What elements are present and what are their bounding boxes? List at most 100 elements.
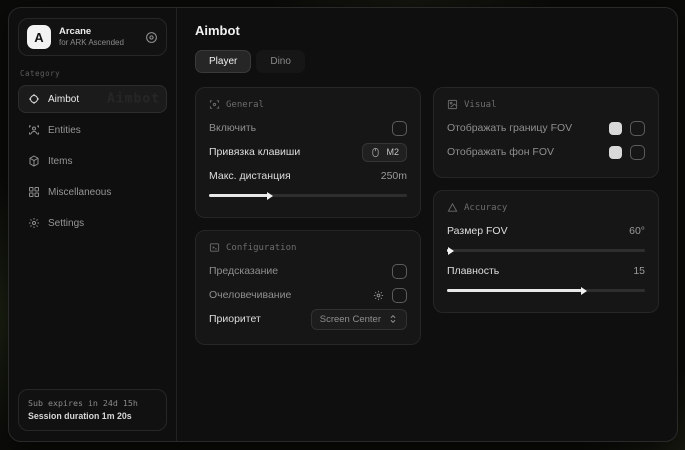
- distance-value: 250m: [381, 170, 407, 182]
- logo-text: Arcane for ARK Ascended: [59, 27, 137, 47]
- priority-value: Screen Center: [320, 314, 381, 325]
- sidebar-item-entities[interactable]: Entities: [18, 116, 167, 144]
- fov-bg-controls: [609, 145, 645, 160]
- slider-track: [447, 289, 645, 292]
- logo-card: A Arcane for ARK Ascended: [18, 18, 167, 56]
- priority-dropdown[interactable]: Screen Center: [311, 309, 407, 330]
- humanize-checkbox[interactable]: [392, 288, 407, 303]
- card-title: General: [226, 100, 264, 110]
- sidebar-item-label: Miscellaneous: [48, 187, 111, 198]
- slider-thumb[interactable]: [448, 247, 454, 255]
- sidebar-item-label: Entities: [48, 125, 81, 136]
- app-logo: A: [27, 25, 51, 49]
- priority-label: Приоритет: [209, 313, 261, 325]
- keybind-row: Привязка клавиши M2: [209, 140, 407, 164]
- slider-fill: [447, 289, 582, 292]
- misc-grid-icon: [28, 186, 40, 198]
- humanize-settings-gear-icon[interactable]: [373, 290, 384, 301]
- enable-row: Включить: [209, 116, 407, 140]
- slider-track: [447, 249, 645, 252]
- keybind-label: Привязка клавиши: [209, 146, 300, 158]
- general-card: General Включить Привязка клавиши M2: [195, 87, 421, 218]
- triangle-icon: [447, 202, 458, 213]
- slider-fill: [447, 249, 449, 252]
- humanize-controls: [373, 288, 407, 303]
- smoothness-slider[interactable]: [447, 285, 645, 295]
- accuracy-card-header: Accuracy: [447, 202, 645, 213]
- sidebar: A Arcane for ARK Ascended Category Aimbo…: [9, 8, 177, 441]
- slider-thumb[interactable]: [267, 192, 273, 200]
- sidebar-item-items[interactable]: Items: [18, 147, 167, 175]
- fov-border-row: Отображать границу FOV: [447, 116, 645, 140]
- fov-bg-row: Отображать фон FOV: [447, 140, 645, 164]
- page-title: Aimbot: [195, 23, 659, 38]
- general-card-header: General: [209, 99, 407, 110]
- fov-border-color-swatch[interactable]: [609, 122, 622, 135]
- humanize-label: Очеловечивание: [209, 289, 291, 301]
- aimbot-watermark: Aimbot: [107, 92, 160, 107]
- humanize-row: Очеловечивание: [209, 283, 407, 307]
- fov-bg-checkbox[interactable]: [630, 145, 645, 160]
- distance-label: Макс. дистанция: [209, 170, 291, 182]
- sidebar-nav: Aimbot Aimbot Entities Items Miscellane: [18, 85, 167, 237]
- fov-size-value: 60°: [629, 225, 645, 237]
- fov-bg-color-swatch[interactable]: [609, 146, 622, 159]
- left-column: General Включить Привязка клавиши M2: [195, 87, 421, 345]
- card-title: Visual: [464, 100, 497, 110]
- fov-border-checkbox[interactable]: [630, 121, 645, 136]
- card-title: Configuration: [226, 243, 296, 253]
- right-column: Visual Отображать границу FOV Отображать…: [433, 87, 659, 313]
- category-label: Category: [20, 69, 165, 78]
- distance-row: Макс. дистанция 250m: [209, 164, 407, 188]
- sidebar-item-aimbot[interactable]: Aimbot Aimbot: [18, 85, 167, 113]
- unfold-chevrons-icon: [388, 314, 398, 324]
- mouse-icon: [370, 147, 381, 158]
- slider-track: [209, 194, 407, 197]
- subscription-panel: Sub expires in 24d 15h Session duration …: [18, 389, 167, 431]
- keybind-button[interactable]: M2: [362, 143, 407, 162]
- slider-thumb[interactable]: [581, 287, 587, 295]
- entities-icon: [28, 124, 40, 136]
- sidebar-item-label: Aimbot: [48, 94, 79, 105]
- fov-border-controls: [609, 121, 645, 136]
- tab-player[interactable]: Player: [195, 50, 251, 73]
- sidebar-item-miscellaneous[interactable]: Miscellaneous: [18, 178, 167, 206]
- app-subtitle: for ARK Ascended: [59, 38, 137, 47]
- main-content: Aimbot Player Dino General Включить: [177, 8, 677, 441]
- compass-icon[interactable]: [145, 31, 158, 44]
- smoothness-value: 15: [633, 265, 645, 277]
- tab-bar: Player Dino: [195, 50, 659, 73]
- smoothness-row: Плавность 15: [447, 259, 645, 283]
- crosshair-icon: [28, 93, 40, 105]
- app-name: Arcane: [59, 27, 137, 38]
- scan-target-icon: [209, 99, 220, 110]
- fov-bg-label: Отображать фон FOV: [447, 146, 554, 158]
- configuration-card: Configuration Предсказание Очеловечивани…: [195, 230, 421, 345]
- fov-size-row: Размер FOV 60°: [447, 219, 645, 243]
- sidebar-item-label: Settings: [48, 218, 84, 229]
- visual-card: Visual Отображать границу FOV Отображать…: [433, 87, 659, 178]
- distance-slider[interactable]: [209, 190, 407, 200]
- cards-grid: General Включить Привязка клавиши M2: [195, 87, 659, 345]
- slider-fill: [209, 194, 268, 197]
- enable-label: Включить: [209, 122, 256, 134]
- sub-expires-text: Sub expires in 24d 15h: [28, 397, 157, 409]
- prediction-row: Предсказание: [209, 259, 407, 283]
- sidebar-item-label: Items: [48, 156, 72, 167]
- keybind-value: M2: [386, 147, 399, 157]
- gear-icon: [28, 217, 40, 229]
- app-window: A Arcane for ARK Ascended Category Aimbo…: [8, 7, 678, 442]
- accuracy-card: Accuracy Размер FOV 60° П: [433, 190, 659, 313]
- fov-size-slider[interactable]: [447, 245, 645, 255]
- terminal-icon: [209, 242, 220, 253]
- fov-border-label: Отображать границу FOV: [447, 122, 572, 134]
- sidebar-item-settings[interactable]: Settings: [18, 209, 167, 237]
- items-icon: [28, 155, 40, 167]
- enable-checkbox[interactable]: [392, 121, 407, 136]
- configuration-card-header: Configuration: [209, 242, 407, 253]
- tab-dino[interactable]: Dino: [256, 50, 305, 73]
- session-duration-text: Session duration 1m 20s: [28, 410, 157, 423]
- image-icon: [447, 99, 458, 110]
- priority-row: Приоритет Screen Center: [209, 307, 407, 331]
- prediction-checkbox[interactable]: [392, 264, 407, 279]
